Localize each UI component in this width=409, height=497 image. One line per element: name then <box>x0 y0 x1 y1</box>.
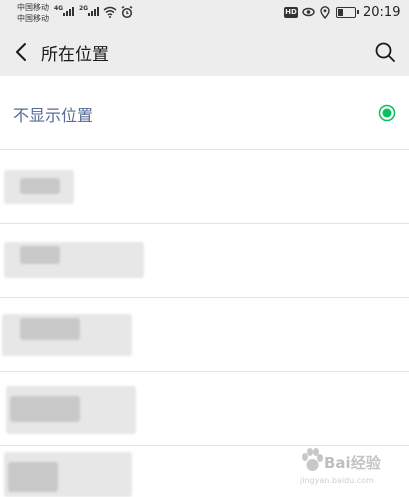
status-time: 20:19 <box>363 5 401 20</box>
blurred-text <box>20 246 60 264</box>
battery-icon <box>336 7 359 18</box>
blurred-text <box>10 396 80 422</box>
carrier-label-2: 中国移动 <box>17 14 49 23</box>
status-bar: 中国移动 中国移动 4G 2G HD 20:19 <box>0 0 409 28</box>
blurred-text <box>8 462 58 492</box>
network-type-2: 2G <box>79 5 89 12</box>
signal-strength-icon-2 <box>88 7 99 16</box>
watermark-suffix: 经验 <box>350 454 381 472</box>
radio-selected-icon[interactable] <box>378 104 396 122</box>
list-item-blurred[interactable] <box>0 372 409 446</box>
carrier-label-1: 中国移动 <box>17 3 49 12</box>
hide-location-label: 不显示位置 <box>13 106 94 125</box>
watermark-text: Bai经验 <box>324 454 381 472</box>
list-item-blurred[interactable] <box>0 224 409 298</box>
alarm-icon <box>121 6 133 19</box>
chevron-left-icon[interactable] <box>12 40 32 64</box>
list-item-blurred[interactable] <box>0 298 409 372</box>
search-icon[interactable] <box>373 40 397 64</box>
location-list: 不显示位置 <box>0 76 409 497</box>
watermark-sub: jingyan.baidu.com <box>300 476 374 485</box>
nav-bar: 所在位置 <box>0 28 409 76</box>
blurred-text <box>20 318 80 340</box>
wifi-icon <box>103 6 117 18</box>
battery-level <box>338 9 343 16</box>
paw-logo-icon <box>302 448 323 471</box>
location-icon <box>320 6 330 19</box>
blurred-text <box>20 178 60 194</box>
page-title: 所在位置 <box>41 45 109 65</box>
signal-strength-icon <box>63 7 74 16</box>
hd-badge: HD <box>284 7 298 18</box>
eye-comfort-icon <box>302 7 315 17</box>
list-item-hide-location[interactable]: 不显示位置 <box>0 76 409 150</box>
network-type-1: 4G <box>54 5 64 12</box>
watermark: Bai经验 jingyan.baidu.com <box>290 446 405 486</box>
list-item-blurred[interactable] <box>0 150 409 224</box>
